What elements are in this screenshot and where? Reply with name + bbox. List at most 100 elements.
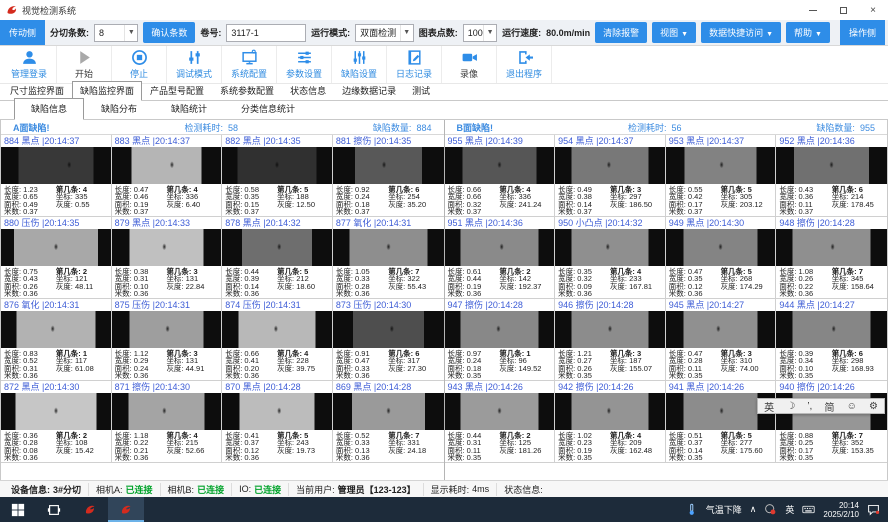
defect-metrics: 长度: 1.12宽度: 0.29面积: 0.24米数: 0.36第几条: 3坐标… — [112, 348, 222, 380]
keyboard-icon[interactable] — [802, 503, 815, 516]
defect-cell[interactable]: 879 黑点 |20:14:33长度: 0.38宽度: 0.31面积: 0.10… — [112, 217, 223, 299]
thermometer-icon[interactable] — [685, 503, 698, 516]
defect-cell[interactable]: 941 黑点 |20:14:26长度: 0.51宽度: 0.37面积: 0.14… — [666, 381, 777, 463]
defect-metrics: 长度: 0.52宽度: 0.33面积: 0.13米数: 0.36第几条: 7坐标… — [333, 430, 444, 462]
defect-cell[interactable]: 955 黑点 |20:14:39长度: 0.66宽度: 0.66面积: 0.32… — [445, 135, 556, 217]
slit-count-select[interactable]: 8 ▼ — [94, 24, 138, 42]
defect-image — [112, 311, 222, 347]
defect-cell[interactable]: 949 黑点 |20:14:30长度: 0.47宽度: 0.35面积: 0.12… — [666, 217, 777, 299]
defect-cell-header: 942 擦伤 |20:14:26 — [555, 381, 665, 393]
defect-cell[interactable]: 951 黑点 |20:14:36长度: 0.61宽度: 0.44面积: 0.19… — [445, 217, 556, 299]
run-mode-select[interactable]: 双面检测 ▼ — [355, 24, 414, 42]
ime-lang-button[interactable]: 英 — [764, 399, 774, 414]
taskbar-app-icon[interactable] — [72, 497, 108, 522]
maximize-icon[interactable] — [828, 0, 858, 20]
clear-alarm-button[interactable]: 清除报警 — [595, 22, 647, 43]
status-message: 状态信息: — [497, 483, 550, 496]
defect-metrics: 长度: 1.21宽度: 0.27面积: 0.26米数: 0.35第几条: 3坐标… — [555, 348, 665, 380]
toolbar-button-exit[interactable]: 退出程序 — [497, 46, 552, 83]
defect-image — [445, 393, 555, 429]
defect-cell-header: 869 黑点 |20:14:28 — [333, 381, 444, 393]
defect-cell[interactable]: 944 黑点 |20:14:27长度: 0.39宽度: 0.34面积: 0.10… — [776, 299, 887, 381]
ime-simplified-button[interactable]: 简 — [824, 399, 834, 414]
ime-tray-icon[interactable] — [764, 503, 777, 516]
defect-cell[interactable]: 873 压伤 |20:14:30长度: 0.91宽度: 0.47面积: 0.33… — [333, 299, 444, 381]
chevron-down-icon: ▼ — [681, 31, 688, 38]
defect-cell[interactable]: 876 氧化 |20:14:31长度: 0.83宽度: 0.52面积: 0.31… — [1, 299, 112, 381]
defect-cell[interactable]: 871 擦伤 |20:14:30长度: 1.18宽度: 0.22面积: 0.21… — [112, 381, 223, 463]
toolbar-button-play[interactable]: 开始 — [57, 46, 112, 83]
toolbar-button-log[interactable]: 日志记录 — [387, 46, 442, 83]
ime-punct-button[interactable]: ’, — [807, 401, 812, 412]
defect-cell[interactable]: 940 擦伤 |20:14:26长度: 0.88宽度: 0.25面积: 0.17… — [776, 381, 887, 463]
defect-cell[interactable]: 881 擦伤 |20:14:35长度: 0.92宽度: 0.24面积: 0.18… — [333, 135, 444, 217]
defect-cell[interactable]: 877 氧化 |20:14:31长度: 1.05宽度: 0.33面积: 0.28… — [333, 217, 444, 299]
sub-tab-1[interactable]: 缺陷分布 — [84, 98, 154, 120]
defect-cell[interactable]: 942 擦伤 |20:14:26长度: 1.02宽度: 0.23面积: 0.19… — [555, 381, 666, 463]
defect-cell[interactable]: 945 黑点 |20:14:27长度: 0.47宽度: 0.28面积: 0.11… — [666, 299, 777, 381]
panel-b-detect-time: 检测耗时: 56 — [628, 121, 682, 134]
toolbar-button-dparams[interactable]: 缺陷设置 — [332, 46, 387, 83]
view-menu-button[interactable]: 视图▼ — [652, 22, 696, 43]
weather-status[interactable]: 气温下降 — [706, 503, 742, 516]
defect-cell-header: 875 压伤 |20:14:31 — [112, 299, 222, 311]
defect-cell[interactable]: 884 黑点 |20:14:37长度: 1.23宽度: 0.65面积: 0.49… — [1, 135, 112, 217]
help-menu-button[interactable]: 帮助▼ — [786, 22, 830, 43]
defect-cell[interactable]: 943 黑点 |20:14:26长度: 0.44宽度: 0.31面积: 0.11… — [445, 381, 556, 463]
main-tab-6[interactable]: 测试 — [404, 81, 438, 101]
defect-cell[interactable]: 953 黑点 |20:14:37长度: 0.55宽度: 0.42面积: 0.17… — [666, 135, 777, 217]
defect-cell[interactable]: 883 黑点 |20:14:37长度: 0.47宽度: 0.46面积: 0.19… — [112, 135, 223, 217]
ime-emoji-icon[interactable]: ☺ — [847, 401, 857, 412]
operation-side-button[interactable]: 操作侧 — [840, 20, 885, 45]
ime-language-indicator[interactable]: 英 — [785, 503, 794, 516]
toolbar-button-stop[interactable]: 停止 — [112, 46, 167, 83]
slit-count-label: 分切条数: — [50, 26, 89, 39]
sliders-icon — [186, 49, 203, 66]
defect-cell[interactable]: 947 擦伤 |20:14:28长度: 0.97宽度: 0.24面积: 0.18… — [445, 299, 556, 381]
defect-image — [555, 393, 665, 429]
toolbar-button-label: 停止 — [130, 67, 148, 80]
defect-cell[interactable]: 950 小凸点 |20:14:32长度: 0.35宽度: 0.32面积: 0.0… — [555, 217, 666, 299]
defect-cell[interactable]: 875 压伤 |20:14:31 长度: 1.12宽度: 0.29面积: 0.24… — [112, 299, 223, 381]
defect-cell[interactable]: 882 黑点 |20:14:35长度: 0.58宽度: 0.35面积: 0.15… — [222, 135, 333, 217]
defect-cell[interactable]: 954 黑点 |20:14:37长度: 0.49宽度: 0.38面积: 0.14… — [555, 135, 666, 217]
defect-cell[interactable]: 872 黑点 |20:14:30长度: 0.36宽度: 0.28面积: 0.08… — [1, 381, 112, 463]
task-view-button[interactable] — [36, 497, 72, 522]
ime-moon-icon[interactable]: ☽ — [786, 401, 795, 412]
defect-cell[interactable]: 869 黑点 |20:14:28 长度: 0.52宽度: 0.33面积: 0.13… — [333, 381, 444, 463]
clock[interactable]: 20:142025/2/10 — [823, 501, 859, 519]
defect-cell[interactable]: 870 黑点 |20:14:28长度: 0.41宽度: 0.37面积: 0.12… — [222, 381, 333, 463]
toolbar-button-params[interactable]: 参数设置 — [277, 46, 332, 83]
drive-side-button[interactable]: 传动侧 — [0, 20, 45, 45]
defect-cell-header: 949 黑点 |20:14:30 — [666, 217, 776, 229]
minimize-icon[interactable] — [798, 0, 828, 20]
hidden-icons-chevron[interactable]: ∧ — [750, 504, 757, 515]
close-icon[interactable]: × — [858, 0, 888, 20]
defect-cell[interactable]: 874 压伤 |20:14:31长度: 0.66宽度: 0.41面积: 0.20… — [222, 299, 333, 381]
confirm-count-button[interactable]: 确认条数 — [143, 22, 195, 43]
toolbar-button-camera[interactable]: 录像 — [442, 46, 497, 83]
chart-points-select[interactable]: 100 ▼ — [463, 24, 497, 42]
roll-number-input[interactable]: 3117-1 — [226, 24, 306, 42]
start-button[interactable] — [0, 497, 36, 522]
defect-cell[interactable]: 878 黑点 |20:14:32长度: 0.44宽度: 0.39面积: 0.14… — [222, 217, 333, 299]
toolbar-button-monitor[interactable]: 系统配置 — [222, 46, 277, 83]
defect-cell[interactable]: 946 擦伤 |20:14:28长度: 1.21宽度: 0.27面积: 0.26… — [555, 299, 666, 381]
device-info: 设备信息:3#分切 — [4, 483, 89, 496]
sub-tab-0[interactable]: 缺陷信息 — [14, 98, 84, 120]
sub-tab-3[interactable]: 分类信息统计 — [224, 98, 312, 120]
main-tab-5[interactable]: 边缘数据记录 — [334, 81, 404, 101]
defect-cell[interactable]: 952 黑点 |20:14:36长度: 0.43宽度: 0.36面积: 0.11… — [776, 135, 887, 217]
ime-settings-icon[interactable]: ⚙ — [869, 401, 878, 412]
toolbar-button-sliders[interactable]: 调试模式 — [167, 46, 222, 83]
defect-metrics: 长度: 1.18宽度: 0.22面积: 0.21米数: 0.36第几条: 4坐标… — [112, 430, 222, 462]
taskbar-app-icon-active[interactable] — [108, 497, 144, 522]
defect-image — [1, 311, 111, 347]
data-access-menu-button[interactable]: 数据快捷访问▼ — [701, 22, 781, 43]
sub-tab-2[interactable]: 缺陷统计 — [154, 98, 224, 120]
notification-icon[interactable] — [867, 503, 880, 516]
defect-cell[interactable]: 948 擦伤 |20:14:28长度: 1.08宽度: 0.26面积: 0.22… — [776, 217, 887, 299]
toolbar-button-user[interactable]: 管理登录 — [2, 46, 57, 83]
defect-image — [333, 393, 444, 429]
defect-cell[interactable]: 880 压伤 |20:14:35长度: 0.75宽度: 0.43面积: 0.26… — [1, 217, 112, 299]
